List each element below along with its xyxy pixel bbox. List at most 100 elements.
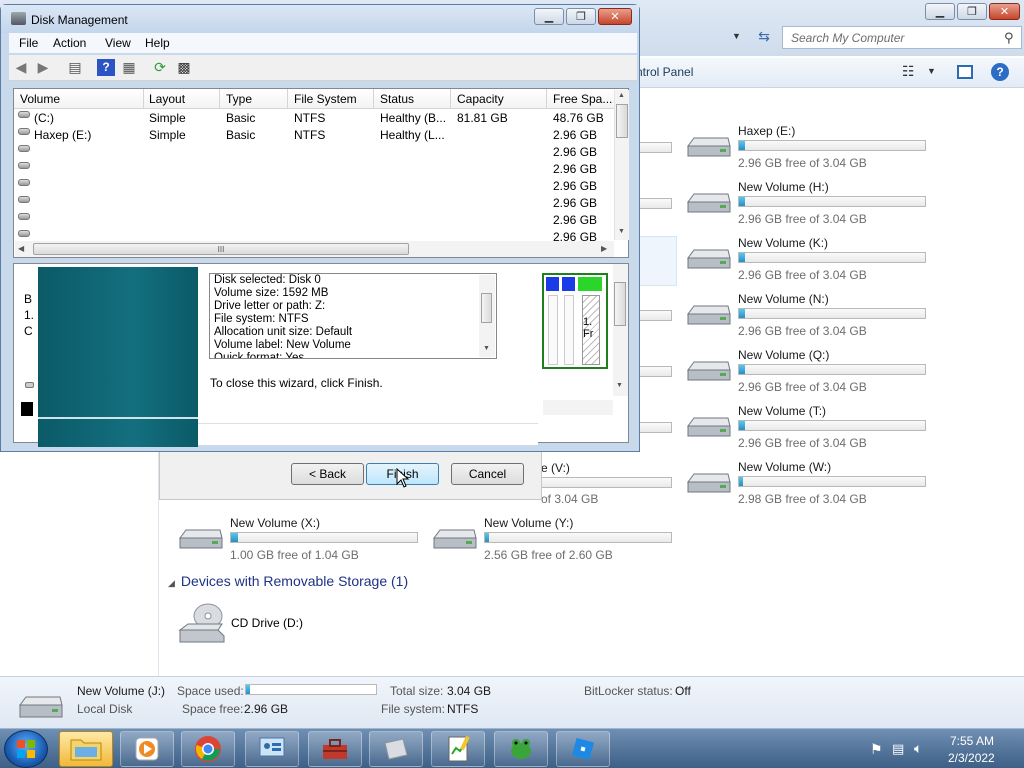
change-view-icon[interactable]: ☷ xyxy=(902,63,915,80)
volume-list[interactable]: Volume Layout Type File System Status Ca… xyxy=(13,88,629,258)
graph-hscroll[interactable] xyxy=(543,400,613,415)
col-layout[interactable]: Layout xyxy=(149,92,185,106)
network-icon[interactable]: ▤ xyxy=(892,741,904,757)
address-dropdown-icon[interactable]: ▼ xyxy=(732,31,741,41)
explorer-maximize-button[interactable]: ❐ xyxy=(957,3,987,20)
summary-line: Volume size: 1592 MB xyxy=(214,287,329,299)
dm-maximize-button[interactable]: ❐ xyxy=(566,8,596,25)
col-sep xyxy=(143,89,144,109)
cancel-button[interactable]: Cancel xyxy=(451,463,524,485)
drive-name: New Volume (H:) xyxy=(738,180,829,194)
scroll-down-icon[interactable]: ▼ xyxy=(618,228,625,235)
volume-list-vscroll[interactable]: ▲ ▼ xyxy=(614,90,629,240)
dm-minimize-button[interactable]: ▁ xyxy=(534,8,564,25)
menu-view[interactable]: View xyxy=(105,36,131,50)
start-button[interactable] xyxy=(4,730,48,768)
back-arrow-icon[interactable]: ◀ xyxy=(12,59,30,76)
graph-vscroll[interactable]: ▼ xyxy=(613,264,628,396)
taskbar-explorer[interactable] xyxy=(59,731,113,767)
graph-vscroll-thumb[interactable] xyxy=(614,282,626,326)
partition-segment[interactable] xyxy=(562,277,575,291)
drive-tile[interactable]: New Volume (K:) 2.96 GB free of 3.04 GB xyxy=(686,236,936,288)
volume-list-hscroll[interactable]: ◀ III ▶ xyxy=(15,241,614,257)
drive-tile[interactable]: Haxep (E:) 2.96 GB free of 3.04 GB xyxy=(686,124,936,176)
collapse-icon[interactable]: ◢ xyxy=(168,578,175,588)
refresh-icon[interactable]: ⇆ xyxy=(752,28,776,48)
drive-tile[interactable]: New Volume (Y:) 2.56 GB free of 2.60 GB xyxy=(432,516,682,568)
control-panel-link[interactable]: ntrol Panel xyxy=(636,65,693,79)
volume-row[interactable]: (C:) Simple Basic NTFS Healthy (B... 81.81 GB… xyxy=(14,110,614,127)
wizard-summary-box[interactable]: Disk selected: Disk 0 Volume size: 1592 M… xyxy=(209,273,497,359)
drive-name-partial[interactable]: e (V:) xyxy=(541,461,570,475)
taskbar-disk-app[interactable] xyxy=(369,731,423,767)
col-file-system[interactable]: File System xyxy=(294,92,357,106)
preview-pane-icon[interactable] xyxy=(957,65,973,79)
drive-free-space: 2.96 GB free of 3.04 GB xyxy=(738,212,867,226)
search-input[interactable]: Search My Computer xyxy=(782,26,1022,49)
help-toolbar-icon[interactable]: ? xyxy=(97,59,115,76)
volume-row[interactable]: 2.96 GB xyxy=(14,212,614,229)
volume-row[interactable]: 2.96 GB xyxy=(14,144,614,161)
vscroll-thumb[interactable] xyxy=(616,104,628,138)
volume-row[interactable]: 2.96 GB xyxy=(14,195,614,212)
removable-storage-group[interactable]: ◢ Devices with Removable Storage (1) xyxy=(168,573,408,589)
taskbar-notepad-plus[interactable] xyxy=(431,731,485,767)
drive-tile[interactable]: New Volume (N:) 2.96 GB free of 3.04 GB xyxy=(686,292,936,344)
cd-drive[interactable]: CD Drive (D:) xyxy=(178,602,378,652)
col-volume[interactable]: Volume xyxy=(20,92,60,106)
dm-close-button[interactable]: ✕ xyxy=(598,8,632,25)
drive-tile[interactable]: New Volume (Q:) 2.96 GB free of 3.04 GB xyxy=(686,348,936,400)
col-free-space[interactable]: Free Spa... xyxy=(553,92,612,106)
hscroll-thumb[interactable]: III xyxy=(33,243,409,255)
drive-free-partial: of 3.04 GB xyxy=(541,492,599,506)
volume-row[interactable]: Haxep (E:) Simple Basic NTFS Healthy (L... 2.… xyxy=(14,127,614,144)
col-status[interactable]: Status xyxy=(380,92,414,106)
col-capacity[interactable]: Capacity xyxy=(457,92,504,106)
action-center-icon[interactable]: ⚑ xyxy=(870,741,883,758)
scroll-up-icon[interactable]: ▲ xyxy=(618,92,625,99)
volume-icon[interactable]: 🔈︎ xyxy=(914,740,922,757)
scroll-left-icon[interactable]: ◀ xyxy=(18,244,24,253)
volume-row[interactable]: 2.96 GB xyxy=(14,161,614,178)
summary-scrollbar[interactable]: ▼ xyxy=(479,275,495,357)
menu-help[interactable]: Help xyxy=(145,36,170,50)
drive-tile[interactable]: New Volume (W:) 2.98 GB free of 3.04 GB xyxy=(686,460,936,512)
explorer-minimize-button[interactable]: ▁ xyxy=(925,3,955,20)
drive-tile[interactable]: New Volume (H:) 2.96 GB free of 3.04 GB xyxy=(686,180,936,232)
properties-icon[interactable]: ▦ xyxy=(120,59,138,76)
search-icon[interactable]: ⚲ xyxy=(1004,30,1014,46)
taskbar-media-player[interactable] xyxy=(120,731,174,767)
partition-segment[interactable] xyxy=(546,277,559,291)
taskbar-roblox[interactable] xyxy=(556,731,610,767)
summary-scroll-thumb[interactable] xyxy=(481,293,492,323)
help-icon[interactable]: ? xyxy=(991,63,1009,81)
drive-free-space: 2.96 GB free of 3.04 GB xyxy=(738,156,867,170)
refresh-icon[interactable]: ⟳ xyxy=(151,59,169,76)
view-dropdown-icon[interactable]: ▼ xyxy=(927,66,936,76)
rescan-disks-icon[interactable]: ▩ xyxy=(175,59,193,76)
menu-file[interactable]: File xyxy=(19,36,38,50)
partition-block[interactable] xyxy=(564,295,574,365)
taskbar-frog-app[interactable] xyxy=(494,731,548,767)
selected-partition-block[interactable]: 1. Fr xyxy=(582,295,600,365)
menu-action[interactable]: Action xyxy=(53,36,86,50)
scroll-down-icon[interactable]: ▼ xyxy=(616,382,623,389)
partition-segment[interactable] xyxy=(578,277,602,291)
col-type[interactable]: Type xyxy=(226,92,252,106)
scroll-right-icon[interactable]: ▶ xyxy=(601,244,607,253)
clock-time[interactable]: 7:55 AM xyxy=(950,734,994,748)
clock-date[interactable]: 2/3/2022 xyxy=(948,751,995,765)
drive-tile[interactable]: New Volume (T:) 2.96 GB free of 3.04 GB xyxy=(686,404,936,456)
taskbar-network-app[interactable] xyxy=(245,731,299,767)
taskbar-chrome[interactable] xyxy=(181,731,235,767)
console-tree-icon[interactable]: ▤ xyxy=(66,59,84,76)
partition-block[interactable] xyxy=(548,295,558,365)
taskbar-toolbox[interactable] xyxy=(308,731,362,767)
back-button[interactable]: < Back xyxy=(291,463,364,485)
cell-free: 2.96 GB xyxy=(553,196,598,210)
drive-tile[interactable]: New Volume (X:) 1.00 GB free of 1.04 GB xyxy=(178,516,428,568)
volume-row[interactable]: 2.96 GB xyxy=(14,178,614,195)
scroll-down-icon[interactable]: ▼ xyxy=(483,345,490,352)
forward-arrow-icon[interactable]: ▶ xyxy=(34,59,52,76)
explorer-close-button[interactable]: ✕ xyxy=(989,3,1020,20)
